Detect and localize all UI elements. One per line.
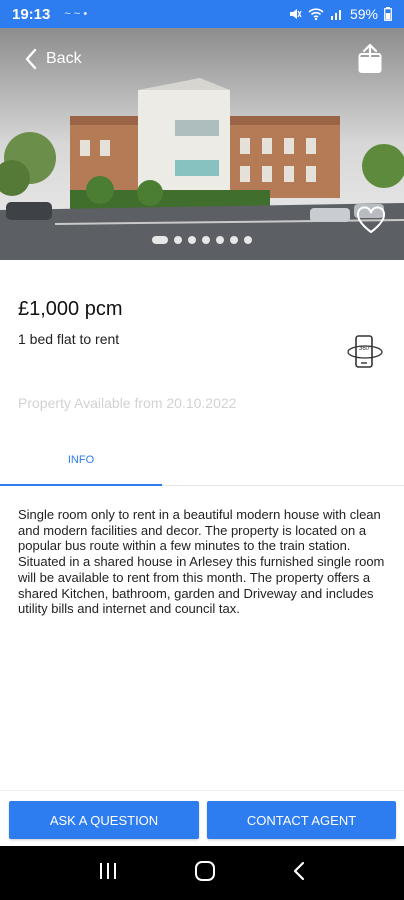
system-back-button[interactable] (292, 860, 306, 887)
share-button[interactable] (358, 44, 382, 74)
battery-icon (384, 7, 392, 21)
battery-percent: 59% (349, 6, 378, 22)
mute-icon (289, 9, 302, 19)
carousel-dot[interactable] (244, 236, 252, 244)
recent-apps-button[interactable] (98, 862, 118, 885)
property-type: 1 bed flat to rent (18, 331, 120, 347)
carousel-indicator[interactable] (0, 236, 404, 244)
chevron-left-icon (25, 48, 37, 70)
system-nav-bar (0, 846, 404, 900)
tab-divider (162, 485, 404, 486)
home-button[interactable] (194, 860, 216, 887)
share-icon (358, 44, 382, 73)
heart-icon (356, 206, 386, 234)
listing-price: £1,000 pcm (18, 298, 123, 320)
back-label: Back (46, 50, 82, 67)
carousel-dot[interactable] (174, 236, 182, 244)
carousel-dot[interactable] (152, 236, 168, 244)
status-time: 19:13 (12, 5, 51, 23)
property-photo[interactable]: Back (0, 28, 404, 260)
back-button[interactable]: Back (24, 48, 82, 70)
back-icon (293, 861, 305, 880)
recent-apps-icon (100, 862, 116, 879)
svg-text:360°: 360° (359, 346, 372, 352)
carousel-dot[interactable] (230, 236, 238, 244)
contact-agent-button[interactable]: CONTACT AGENT (207, 801, 396, 839)
favorite-button[interactable] (356, 206, 386, 234)
ask-question-button[interactable]: ASK A QUESTION (9, 801, 199, 839)
status-right: 59% (288, 6, 392, 22)
tab-info[interactable]: INFO (0, 446, 162, 486)
360-vr-phone-icon: 360° (347, 335, 383, 368)
carousel-dot[interactable] (188, 236, 196, 244)
home-icon (195, 860, 215, 881)
carousel-dot[interactable] (216, 236, 224, 244)
signal-icon (330, 10, 341, 20)
notification-icons: ~ ~ • (64, 8, 88, 20)
availability-date: Property Available from 20.10.2022 (18, 395, 237, 411)
virtual-tour-button[interactable]: 360° (346, 333, 384, 371)
action-bar: ASK A QUESTION CONTACT AGENT (0, 790, 404, 846)
carousel-dot[interactable] (202, 236, 210, 244)
property-description: Single room only to rent in a beautiful … (18, 507, 385, 617)
status-bar: 19:13 ~ ~ • 59% (0, 0, 404, 28)
wifi-icon (308, 8, 324, 21)
